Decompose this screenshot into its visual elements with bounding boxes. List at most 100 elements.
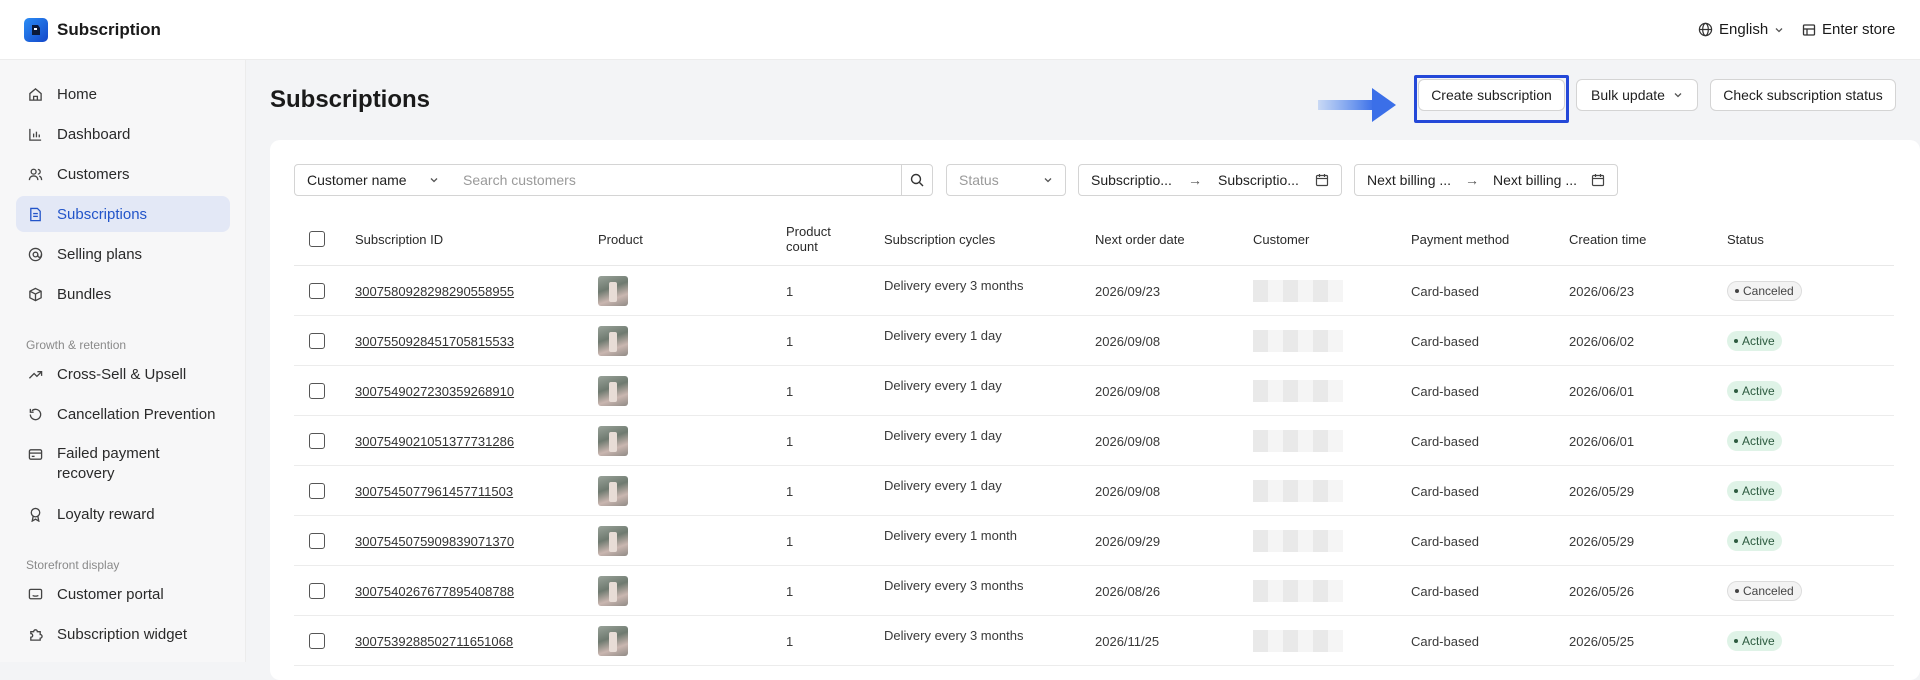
sidebar-item-customer-portal[interactable]: Customer portal <box>16 576 230 612</box>
subscription-id-link[interactable]: 3007540267677895408788 <box>355 584 514 599</box>
chevron-down-icon <box>1775 27 1783 32</box>
col-creation-time[interactable]: Creation time <box>1569 212 1646 266</box>
subscription-id-link[interactable]: 3007545077961457711503 <box>355 484 513 499</box>
sidebar-item-customers[interactable]: Customers <box>16 156 230 192</box>
payment-method: Card-based <box>1411 483 1479 499</box>
subscription-id-link[interactable]: 3007549027230359268910 <box>355 384 514 399</box>
sidebar-item-loyalty-reward[interactable]: Loyalty reward <box>16 496 230 532</box>
product-thumbnail[interactable] <box>598 426 628 456</box>
status-badge: Active <box>1727 381 1782 401</box>
bulk-update-label: Bulk update <box>1591 87 1665 103</box>
enter-store-link[interactable]: Enter store <box>1802 21 1895 38</box>
subscriptions-card: Customer name Search customers Status Su… <box>270 140 1920 680</box>
calendar-icon <box>1591 174 1605 187</box>
table-row[interactable]: 3007550928451705815533 1 Delivery every 1 … <box>294 316 1894 366</box>
subscription-id-link[interactable]: 3007539288502711651068 <box>355 634 513 649</box>
next-order-date: 2026/11/25 <box>1095 633 1160 649</box>
product-count: 1 <box>786 433 794 449</box>
subscription-id-link[interactable]: 3007545075909839071370 <box>355 534 514 549</box>
range-end: Next billing ... <box>1492 172 1578 188</box>
main-content: Subscriptions Create subscription Bulk u… <box>246 60 1920 680</box>
col-payment-method: Payment method <box>1411 231 1510 247</box>
card-icon <box>27 446 43 462</box>
sidebar-item-failed-payment[interactable]: Failed payment recovery <box>16 440 230 486</box>
creation-time: 2026/05/25 <box>1569 633 1635 649</box>
search-icon <box>910 173 924 187</box>
payment-method: Card-based <box>1411 533 1479 549</box>
sidebar-item-subscription-widget[interactable]: Subscription widget <box>16 616 230 652</box>
creation-time: 2026/05/29 <box>1569 483 1635 499</box>
subscription-date-range[interactable]: Subscriptio... → Subscriptio... <box>1078 164 1342 196</box>
product-thumbnail[interactable] <box>598 626 628 656</box>
row-checkbox[interactable] <box>309 533 325 549</box>
next-order-date: 2026/09/23 <box>1095 283 1161 299</box>
subscription-id-link[interactable]: 3007549021051377731286 <box>355 434 514 449</box>
status-select[interactable]: Status <box>946 164 1066 196</box>
row-checkbox[interactable] <box>309 483 325 499</box>
table-row[interactable]: 3007549027230359268910 1 Delivery every 1 … <box>294 366 1894 416</box>
sidebar-item-dashboard[interactable]: Dashboard <box>16 116 230 152</box>
creation-time: 2026/06/23 <box>1569 283 1635 299</box>
product-thumbnail[interactable] <box>598 526 628 556</box>
next-order-date: 2026/09/08 <box>1095 433 1161 449</box>
search-input[interactable]: Search customers <box>451 164 902 196</box>
col-subscription-id[interactable]: Subscription ID <box>355 212 443 266</box>
range-start: Next billing ... <box>1367 172 1452 188</box>
sidebar-item-subscriptions[interactable]: Subscriptions <box>16 196 230 232</box>
language-label: English <box>1719 21 1769 38</box>
table-header: Subscription ID Product Product count Su… <box>294 212 1894 266</box>
row-checkbox[interactable] <box>309 333 325 349</box>
product-thumbnail[interactable] <box>598 276 628 306</box>
customer-redacted <box>1253 280 1343 302</box>
subscription-id-link[interactable]: 3007550928451705815533 <box>355 334 514 349</box>
next-billing-date-range[interactable]: Next billing ... → Next billing ... <box>1354 164 1618 196</box>
chevron-down-icon <box>430 178 438 183</box>
sidebar-item-selling-plans[interactable]: Selling plans <box>16 236 230 272</box>
bulk-update-button[interactable]: Bulk update <box>1576 79 1698 111</box>
bar-chart-icon <box>27 126 43 142</box>
sidebar-item-label: Subscriptions <box>57 205 148 223</box>
row-checkbox[interactable] <box>309 283 325 299</box>
row-checkbox[interactable] <box>309 383 325 399</box>
next-order-date: 2026/09/08 <box>1095 333 1161 349</box>
status-label: Active <box>1742 534 1775 548</box>
table-row[interactable]: 3007539288502711651068 1 Delivery every 3 … <box>294 616 1894 666</box>
sidebar-item-bundles[interactable]: Bundles <box>16 276 230 312</box>
check-status-button[interactable]: Check subscription status <box>1710 79 1896 111</box>
search-field-select[interactable]: Customer name <box>294 164 452 196</box>
status-label: Canceled <box>1743 584 1794 598</box>
table-row[interactable]: 3007580928298290558955 1 Delivery every 3 … <box>294 266 1894 316</box>
subscription-cycle: Delivery every 1 month <box>884 528 1017 543</box>
payment-method: Card-based <box>1411 383 1479 399</box>
sidebar-item-home[interactable]: Home <box>16 76 230 112</box>
col-product-count-line2: count <box>786 239 818 254</box>
row-checkbox[interactable] <box>309 433 325 449</box>
table-row[interactable]: 3007545077961457711503 1 Delivery every 1 … <box>294 466 1894 516</box>
table-row[interactable]: 3007549021051377731286 1 Delivery every 1 … <box>294 416 1894 466</box>
subscription-cycle: Delivery every 1 day <box>884 328 1002 343</box>
row-checkbox[interactable] <box>309 633 325 649</box>
refresh-icon <box>27 406 43 422</box>
creation-time: 2026/06/02 <box>1569 333 1635 349</box>
sidebar-item-label: Failed payment recovery <box>57 445 160 482</box>
table-row[interactable]: 3007545075909839071370 1 Delivery every 1 … <box>294 516 1894 566</box>
row-checkbox[interactable] <box>309 583 325 599</box>
calendar-icon <box>1315 174 1329 187</box>
product-thumbnail[interactable] <box>598 326 628 356</box>
subscription-id-link[interactable]: 3007580928298290558955 <box>355 284 514 299</box>
document-icon <box>27 206 43 222</box>
col-next-order-date[interactable]: Next order date <box>1095 212 1185 266</box>
sidebar-item-cross-sell[interactable]: Cross-Sell & Upsell <box>16 356 230 392</box>
table-row[interactable]: 3007540267677895408788 1 Delivery every 3 … <box>294 566 1894 616</box>
product-thumbnail[interactable] <box>598 476 628 506</box>
range-end: Subscriptio... <box>1218 172 1299 188</box>
product-count: 1 <box>786 383 794 399</box>
product-thumbnail[interactable] <box>598 576 628 606</box>
language-selector[interactable]: English <box>1698 21 1784 38</box>
status-dot-icon <box>1734 639 1738 643</box>
sidebar-item-cancellation-prevention[interactable]: Cancellation Prevention <box>16 396 230 432</box>
select-all-checkbox[interactable] <box>309 231 325 247</box>
search-button[interactable] <box>901 164 933 196</box>
sidebar-item-label: Cross-Sell & Upsell <box>57 365 187 383</box>
product-thumbnail[interactable] <box>598 376 628 406</box>
